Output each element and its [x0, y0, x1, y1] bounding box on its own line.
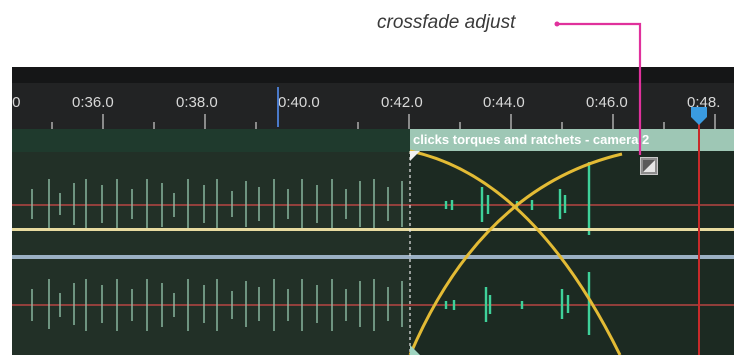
callout-dot	[554, 21, 560, 27]
callout-label: crossfade adjust	[377, 12, 516, 33]
crossfade-adjust-glyph	[643, 160, 655, 172]
timeline-panel: .0 0:36.0 0:38.0 0:40.0 0:42.0 0:44.0 0:…	[12, 67, 734, 355]
ruler-ticks	[51, 114, 716, 129]
crossfade-adjust-icon[interactable]	[640, 157, 658, 175]
audio-track-2	[12, 272, 734, 335]
timeline-overlay	[12, 87, 734, 355]
audio-track-1	[12, 162, 734, 235]
track-separator	[12, 228, 734, 231]
track-separator-2	[12, 255, 734, 259]
playhead-marker-icon[interactable]	[691, 107, 707, 125]
fade-handle-icon[interactable]	[410, 151, 420, 161]
